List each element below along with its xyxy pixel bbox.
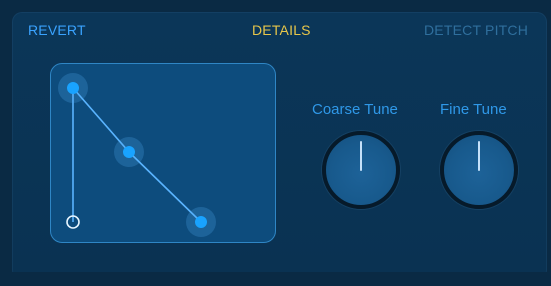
detect-pitch-button[interactable]: DETECT PITCH bbox=[424, 22, 528, 38]
coarse-tune-knob[interactable] bbox=[322, 131, 400, 209]
envelope-editor[interactable] bbox=[50, 63, 276, 243]
fine-tune-knob[interactable] bbox=[440, 131, 518, 209]
revert-button[interactable]: REVERT bbox=[28, 22, 86, 38]
coarse-tune-label: Coarse Tune bbox=[312, 101, 398, 118]
fine-tune-indicator bbox=[478, 141, 480, 171]
fine-tune-label: Fine Tune bbox=[440, 101, 507, 118]
envelope-segment-2 bbox=[128, 151, 202, 223]
coarse-tune-indicator bbox=[360, 141, 362, 171]
envelope-node-3[interactable] bbox=[195, 216, 207, 228]
bottom-strip bbox=[12, 272, 547, 286]
envelope-node-2[interactable] bbox=[123, 146, 135, 158]
envelope-node-1[interactable] bbox=[67, 82, 79, 94]
envelope-graph bbox=[58, 73, 216, 237]
details-button[interactable]: DETAILS bbox=[252, 22, 311, 38]
app-root: REVERT DETAILS DETECT PITCH Coarse Tune … bbox=[0, 0, 551, 286]
